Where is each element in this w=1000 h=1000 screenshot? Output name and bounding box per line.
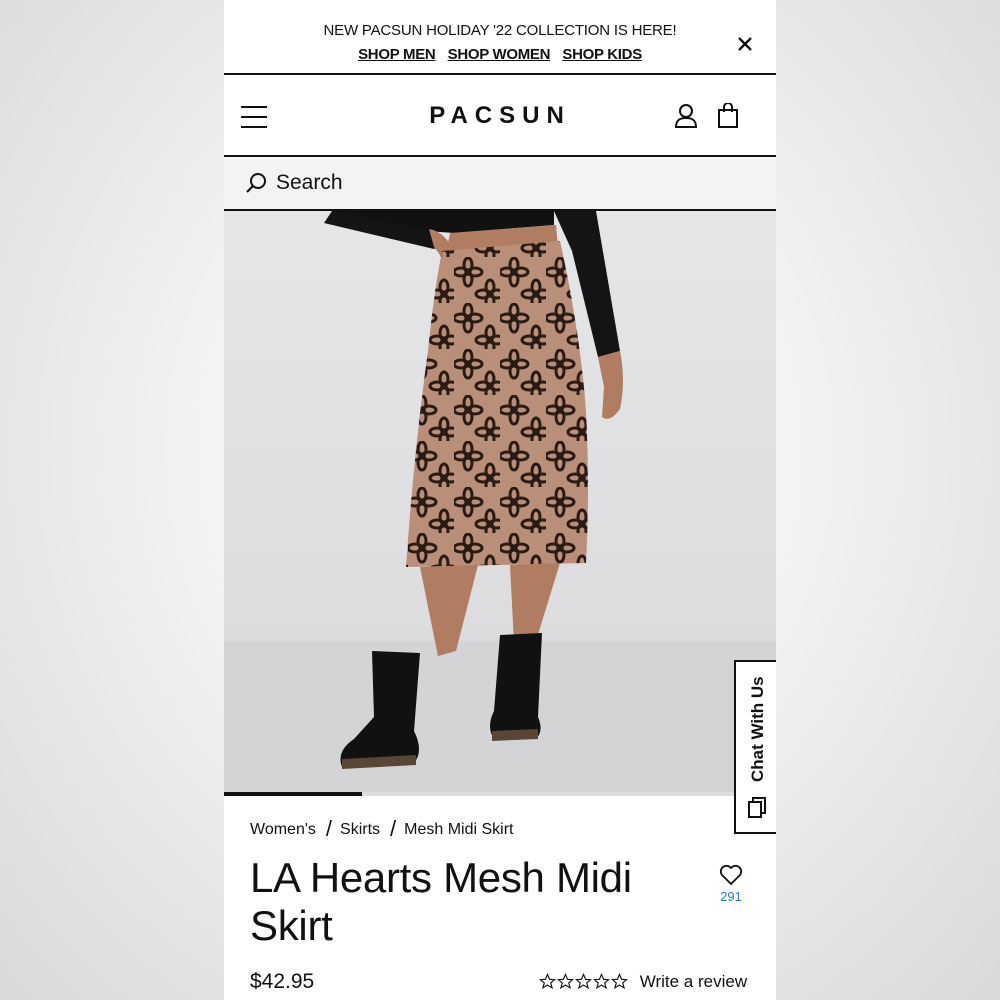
shop-women-link[interactable]: SHOP WOMEN: [448, 46, 551, 63]
star-icon[interactable]: [611, 973, 628, 990]
mobile-page: NEW PACSUN HOLIDAY '22 COLLECTION IS HER…: [224, 0, 776, 1000]
breadcrumb-skirts[interactable]: Skirts: [340, 821, 380, 838]
star-icon[interactable]: [575, 973, 592, 990]
search-icon[interactable]: [244, 171, 268, 195]
close-icon[interactable]: [735, 34, 755, 54]
shop-men-link[interactable]: SHOP MEN: [358, 46, 436, 63]
star-icon[interactable]: [593, 973, 610, 990]
product-photo: [224, 211, 776, 792]
promo-banner: NEW PACSUN HOLIDAY '22 COLLECTION IS HER…: [224, 0, 776, 75]
gallery-progress-fill: [224, 792, 362, 796]
breadcrumb-womens[interactable]: Women's: [250, 821, 316, 838]
star-icon[interactable]: [539, 973, 556, 990]
chat-icon: [747, 796, 767, 820]
product-image[interactable]: [224, 211, 776, 792]
product-price: $42.95: [250, 970, 315, 993]
heart-icon: [719, 864, 743, 886]
shop-kids-link[interactable]: SHOP KIDS: [562, 46, 642, 63]
breadcrumb-separator: /: [390, 816, 397, 841]
breadcrumb: Women's / Skirts / Mesh Midi Skirt: [250, 814, 514, 841]
shopping-bag-icon[interactable]: [716, 102, 740, 129]
breadcrumb-separator: /: [325, 816, 333, 841]
favorites-count: 291: [720, 889, 742, 904]
write-review-link[interactable]: Write a review: [640, 972, 747, 991]
chat-with-us-button[interactable]: Chat With Us: [734, 660, 776, 834]
site-header: PACSUN: [224, 76, 776, 157]
star-icon[interactable]: [557, 973, 574, 990]
promo-links: SHOP MEN SHOP WOMEN SHOP KIDS: [224, 46, 776, 63]
account-icon[interactable]: [674, 103, 698, 129]
gallery-progress-bar: [224, 792, 776, 796]
promo-text: NEW PACSUN HOLIDAY '22 COLLECTION IS HER…: [323, 22, 677, 39]
breadcrumb-current[interactable]: Mesh Midi Skirt: [404, 821, 513, 838]
product-title: LA Hearts Mesh Midi Skirt: [250, 854, 632, 949]
search-bar: [224, 157, 776, 211]
rating-summary: Write a review: [539, 972, 747, 992]
chat-label: Chat With Us: [748, 676, 767, 782]
search-input[interactable]: [276, 169, 676, 197]
favorite-button[interactable]: 291: [716, 864, 746, 908]
